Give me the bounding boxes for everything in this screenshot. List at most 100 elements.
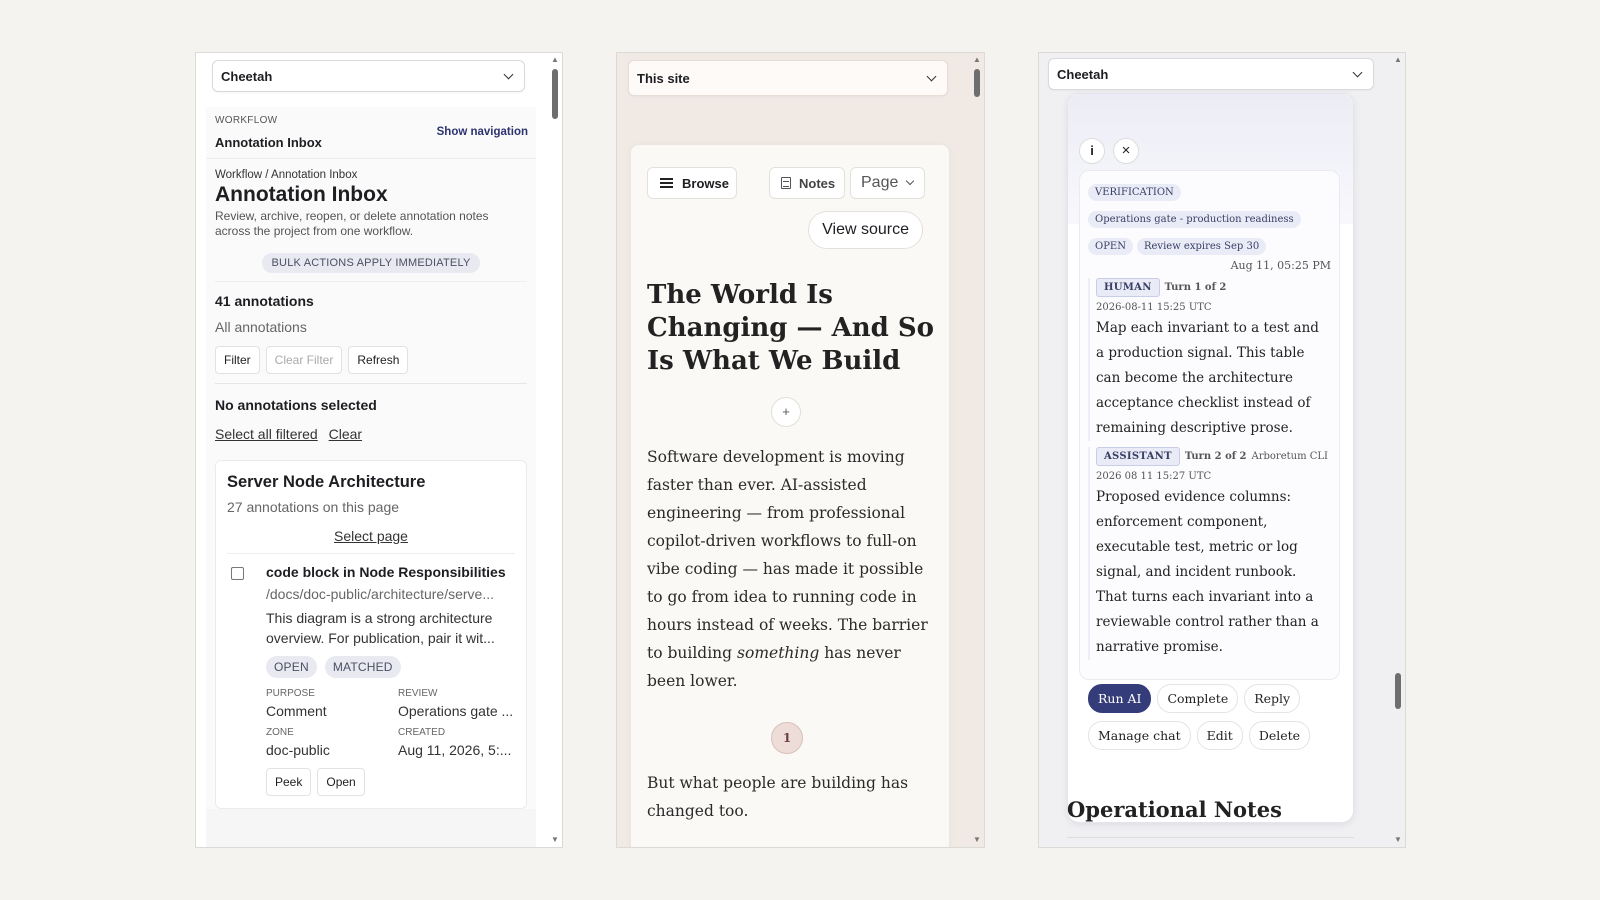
article-title: The World Is Changing — And So Is What W… [647,280,935,376]
zone-label: ZONE [266,727,294,738]
scroll-down-icon[interactable]: ▼ [550,835,560,845]
info-icon[interactable]: i [1079,138,1105,164]
annotation-marker[interactable]: 1 [771,722,803,754]
notes-icon [781,177,791,189]
annotation-count: 41 annotations [215,293,314,309]
match-badge: MATCHED [324,656,401,678]
scroll-down-icon[interactable]: ▼ [1393,835,1403,845]
bulk-actions-badge: BULK ACTIONS APPLY IMMEDIATELY [261,253,481,273]
article-panel: This site Browse Notes Page View source … [616,52,985,848]
annotation-actions: Peek Open [266,768,528,796]
refresh-button[interactable]: Refresh [348,346,409,374]
annotation-title[interactable]: code block in Node Responsibilities [266,564,528,580]
clear-selection-link[interactable]: Clear [329,426,362,442]
filter-status: All annotations [215,319,307,335]
reply-button[interactable]: Reply [1244,684,1301,713]
select-all-filtered-link[interactable]: Select all filtered [215,426,318,442]
annotation-tags: OPEN MATCHED [266,656,528,678]
emphasis-text: something [737,644,820,662]
page-group-count: 27 annotations on this page [227,499,400,515]
turn-index: Turn 1 of 2 [1164,282,1227,293]
review-value: Operations gate ... [398,703,514,719]
turn-source: Arboretum CLI [1251,451,1328,462]
menu-icon [660,178,673,188]
notes-label: Notes [799,175,836,191]
scrollbar-thumb[interactable] [974,69,980,97]
status-badge: OPEN [1088,238,1133,255]
open-button[interactable]: Open [317,768,365,796]
filter-toolbar: Filter Clear Filter Refresh [215,346,527,384]
browse-button[interactable]: Browse [647,167,737,199]
inbox-section: Workflow / Annotation Inbox Annotation I… [206,159,536,809]
role-badge: HUMAN [1096,278,1160,297]
annotation-path: /docs/doc-public/architecture/serve... [266,586,494,602]
created-value: Aug 11, 2026, 5:... [398,742,512,758]
status-badge: OPEN [266,656,317,678]
page-title: Annotation Inbox [215,183,388,206]
scrollbar[interactable]: ▲ ▼ [970,53,984,847]
turn-assistant: ASSISTANT Turn 2 of 2 Arboretum CLI 2026… [1088,447,1331,660]
turn-text: Proposed evidence columns: enforcement c… [1096,489,1319,655]
scrollbar[interactable]: ▲ ▼ [548,53,562,847]
purpose-value: Comment [266,703,327,719]
workflow-header: WORKFLOW Annotation Inbox Show navigatio… [206,107,536,159]
thread-actions: Run AI Complete Reply Manage chat Edit D… [1088,684,1338,750]
run-ai-button[interactable]: Run AI [1088,684,1152,713]
scroll-up-icon[interactable]: ▲ [972,55,982,65]
purpose-label: PURPOSE [266,688,315,699]
scrollbar-thumb[interactable] [1395,673,1401,709]
annotation-thread: VERIFICATION Operations gate - productio… [1079,170,1340,680]
chevron-down-icon [906,176,915,186]
close-icon[interactable]: × [1113,138,1139,164]
verification-badge: VERIFICATION [1088,184,1181,201]
scope-selector[interactable]: This site [628,60,948,96]
scope-selector-value: This site [637,70,690,86]
scrollbar[interactable]: ▲ ▼ [1391,53,1405,847]
annotation-detail-panel: Cheetah i × VERIFICATION Operations gate… [1038,52,1406,848]
article-page: Browse Notes Page View source The World … [631,145,949,847]
delete-button[interactable]: Delete [1248,721,1311,750]
scroll-up-icon[interactable]: ▲ [1393,55,1403,65]
chevron-down-icon [503,69,514,79]
complete-button[interactable]: Complete [1157,684,1239,713]
manage-chat-button[interactable]: Manage chat [1088,721,1191,750]
annotation-date: Aug 11, 05:25 PM [1230,259,1331,272]
review-label: REVIEW [398,688,438,699]
select-page-link[interactable]: Select page [227,528,515,554]
annotation-checkbox[interactable] [231,567,244,580]
turn-index: Turn 2 of 2 [1184,451,1247,462]
selection-links: Select all filtered Clear [215,426,527,442]
filter-button[interactable]: Filter [215,346,260,374]
chevron-down-icon [1352,67,1363,77]
annotation-meta: PURPOSE REVIEW Comment Operations gate .… [266,688,528,762]
article-paragraph: Software development is moving faster th… [647,443,939,695]
annotation-inbox-panel: Cheetah WORKFLOW Annotation Inbox Show n… [195,52,563,848]
turn-human: HUMAN Turn 1 of 2 2026-08-11 15:25 UTC M… [1088,278,1331,441]
browse-label: Browse [682,175,729,191]
clear-filter-button[interactable]: Clear Filter [265,346,343,374]
scrollbar-thumb[interactable] [552,69,558,119]
chevron-down-icon [926,71,937,81]
project-selector[interactable]: Cheetah [212,60,525,92]
add-annotation-button[interactable]: + [771,397,801,427]
turn-time: 2026 08 11 15:27 UTC [1096,471,1212,482]
show-navigation-link[interactable]: Show navigation [437,126,528,138]
article-paragraph-2: But what people are building has changed… [647,774,909,820]
notes-button[interactable]: Notes [769,167,845,199]
zone-value: doc-public [266,742,330,758]
annotation-item: code block in Node Responsibilities /doc… [227,564,515,796]
edit-button[interactable]: Edit [1196,721,1243,750]
turn-text: Map each invariant to a test and a produ… [1096,320,1319,436]
project-selector[interactable]: Cheetah [1048,58,1374,90]
review-gate-badge: Operations gate - production readiness [1088,211,1301,228]
annotation-popover: i × VERIFICATION Operations gate - produ… [1067,93,1354,823]
section-heading: Operational Notes [1067,797,1282,822]
view-source-button[interactable]: View source [808,211,923,249]
scroll-down-icon[interactable]: ▼ [972,835,982,845]
selection-status: No annotations selected [215,397,377,413]
page-dropdown[interactable]: Page [850,167,925,199]
page-group-title: Server Node Architecture [227,473,426,491]
turn-time: 2026-08-11 15:25 UTC [1096,302,1212,313]
scroll-up-icon[interactable]: ▲ [550,55,560,65]
peek-button[interactable]: Peek [266,768,312,796]
